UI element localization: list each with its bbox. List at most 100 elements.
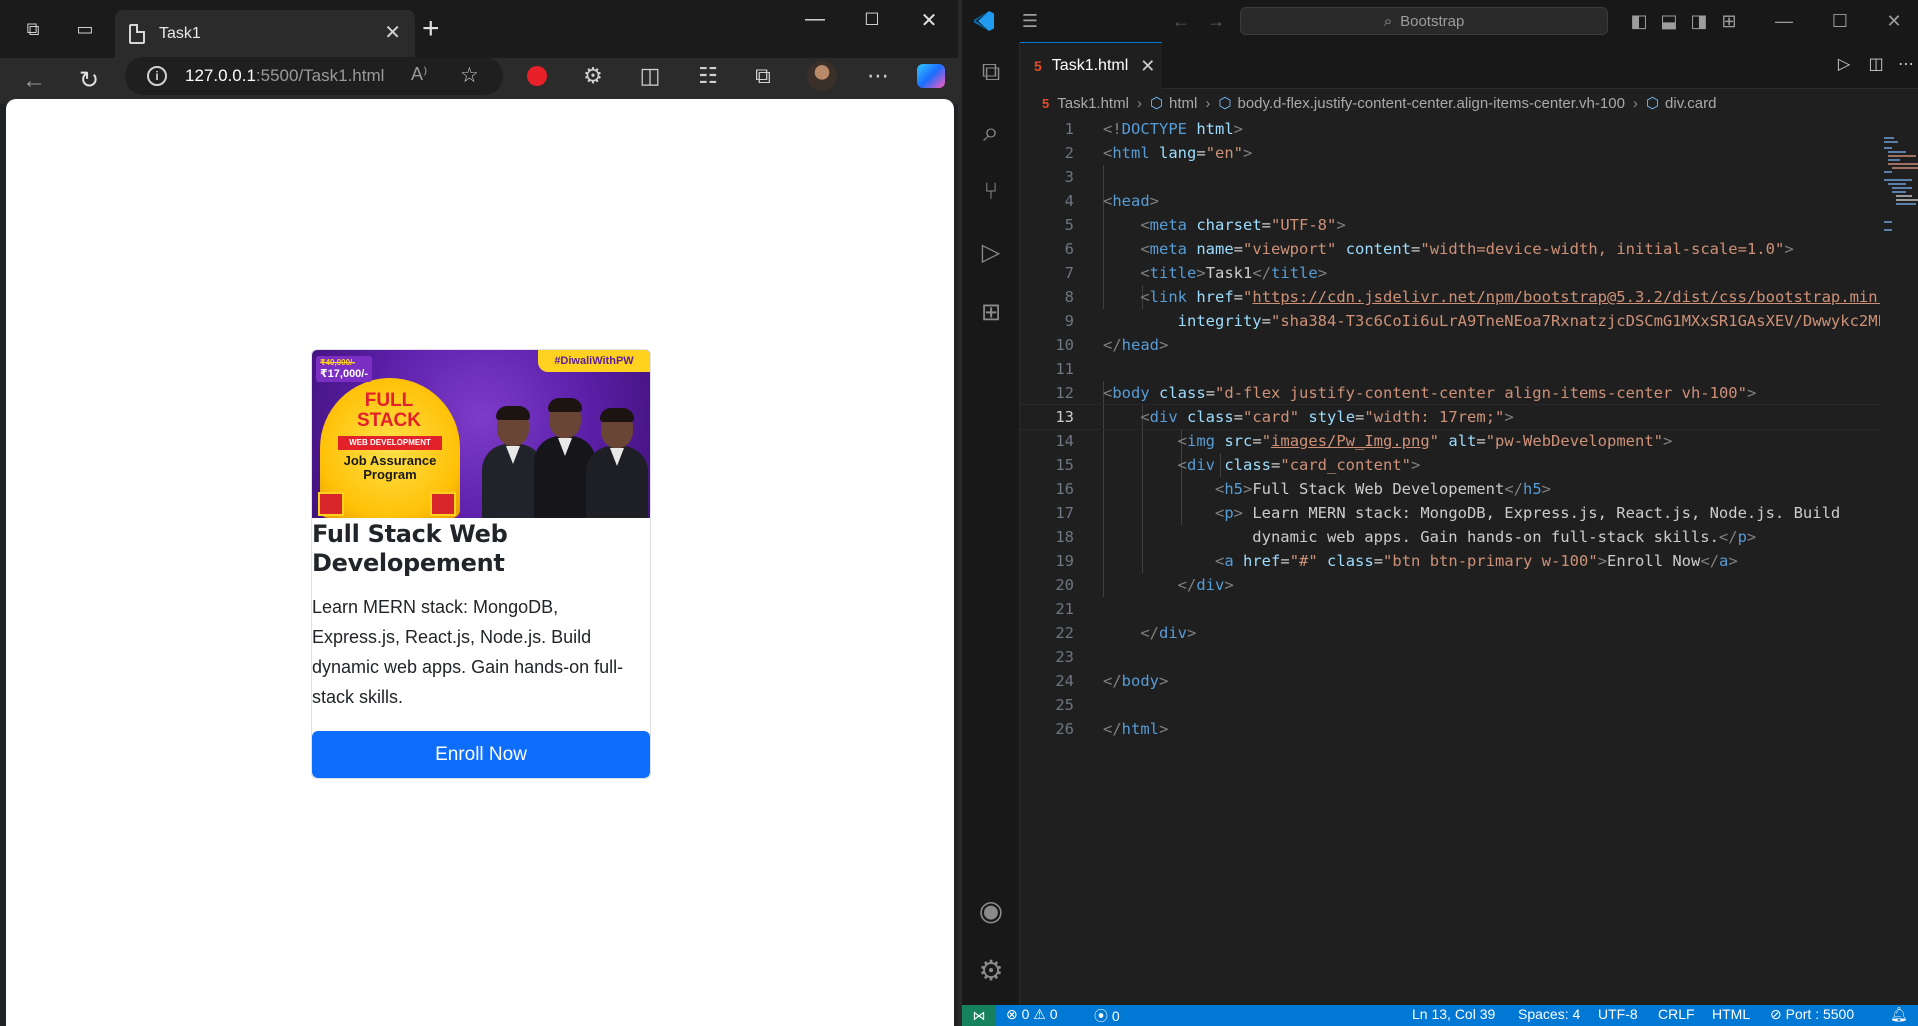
run-debug-icon[interactable]: ▷ — [975, 236, 1007, 268]
indentation-setting[interactable]: Spaces: 4 — [1518, 1006, 1580, 1022]
status-bar: ⋈ ⊗ 0 ⚠ 0 ⦿ 0 Ln 13, Col 39 Spaces: 4 UT… — [962, 1005, 1918, 1026]
encoding-setting[interactable]: UTF-8 — [1598, 1006, 1638, 1022]
editor-tab-task1[interactable]: 5 Task1.html ✕ — [1020, 42, 1162, 89]
address-bar[interactable]: i 127.0.0.1:5500/Task1.html A⁾ ☆ — [125, 57, 503, 95]
element-icon: ⬡ — [1149, 95, 1164, 112]
breadcrumb-div[interactable]: div.card — [1665, 95, 1716, 112]
split-screen-icon[interactable]: ◫ — [635, 62, 665, 90]
extensions-icon[interactable]: ⊞ — [975, 296, 1007, 328]
refresh-icon[interactable]: ↻ — [74, 68, 104, 94]
code-line: 7 <title>Task1</title> — [1064, 264, 1328, 282]
read-aloud-icon[interactable]: A⁾ — [411, 64, 427, 85]
code-line: 12 <body class="d-flex justify-content-ce… — [1055, 384, 1757, 402]
maximize-button[interactable]: ☐ — [1826, 10, 1854, 32]
close-window-button[interactable]: ✕ — [909, 8, 949, 33]
close-icon[interactable]: ✕ — [1140, 56, 1155, 77]
code-line: 14 <img src="images/Pw_Img.png" alt="pw-… — [1055, 432, 1673, 450]
code-line: 26 </html> — [1055, 720, 1169, 738]
browser-tab-task1[interactable]: Task1 ✕ — [115, 10, 415, 58]
ports-indicator[interactable]: ⦿ 0 — [1094, 1006, 1120, 1026]
command-center-search[interactable]: ⌕ Bootstrap — [1240, 7, 1608, 35]
back-arrow-icon[interactable]: ← — [19, 68, 49, 94]
toggle-primary-sidebar-icon[interactable]: ◧ — [1625, 10, 1653, 32]
info-icon[interactable]: i — [147, 66, 167, 86]
remote-indicator-icon[interactable]: ⋈ — [962, 1005, 996, 1026]
code-line: 2 <html lang="en"> — [1064, 144, 1253, 162]
url-text: 127.0.0.1:5500/Task1.html — [185, 66, 385, 85]
code-line: 24 </body> — [1055, 672, 1169, 690]
minimap[interactable] — [1880, 117, 1918, 1005]
favorites-icon[interactable]: ☷ — [693, 62, 723, 90]
customize-layout-icon[interactable]: ⊞ — [1715, 10, 1743, 32]
more-actions-icon[interactable]: ⋯ — [1892, 54, 1918, 74]
profile-avatar[interactable] — [807, 61, 837, 91]
code-line: 6 <meta name="viewport" content="width=d… — [1064, 240, 1794, 258]
language-mode[interactable]: HTML — [1712, 1006, 1750, 1022]
maximize-button[interactable]: ☐ — [852, 10, 892, 30]
code-line: 8 <link href="https://cdn.jsdelivr.net/n… — [1064, 288, 1885, 306]
close-window-button[interactable]: ✕ — [1880, 10, 1908, 32]
code-line: 11 — [1055, 360, 1074, 378]
code-line: 1 <!DOCTYPE html> — [1064, 120, 1244, 138]
minimize-button[interactable]: — — [795, 8, 835, 31]
collections-icon[interactable]: ⧉ — [748, 62, 778, 90]
search-icon[interactable]: ⌕ — [975, 116, 1007, 148]
code-line: 21 — [1055, 600, 1074, 618]
breadcrumb-html[interactable]: html — [1169, 95, 1197, 112]
vscode-title-bar: ☰ ← → ⌕ Bootstrap ◧ ⬓ ◨ ⊞ — ☐ ✕ — [962, 0, 1918, 42]
gift-box-icon — [430, 492, 456, 516]
breadcrumb-body[interactable]: body.d-flex.justify-content-center.align… — [1238, 95, 1625, 112]
code-line: 10 </head> — [1055, 336, 1169, 354]
explorer-icon[interactable]: ⧉ — [975, 56, 1007, 88]
chevron-right-icon: › — [1632, 94, 1638, 112]
code-line: 16 <h5>Full Stack Web Developement</h5> — [1055, 480, 1551, 498]
card-title: Full Stack Web Developement — [312, 520, 508, 577]
element-icon: ⬡ — [1218, 95, 1232, 112]
code-line: 9 integrity="sha384-T3c6CoIi6uLrA9TneNEo… — [1064, 312, 1885, 330]
source-control-icon[interactable]: ⑂ — [975, 176, 1007, 208]
course-banner-image: ₹40,000/- ₹17,000/- #DiwaliWithPW FULL ST… — [312, 350, 650, 518]
browser-window: ⧉ ▭ Task1 ✕ + — ☐ ✕ ← ↻ i 127.0.0.1:5500… — [0, 0, 958, 1026]
gift-box-icon — [318, 492, 344, 516]
toggle-secondary-sidebar-icon[interactable]: ◨ — [1685, 10, 1713, 32]
more-menu-icon[interactable]: ⋯ — [863, 62, 893, 90]
code-line: 20 </div> — [1055, 576, 1234, 594]
accounts-icon[interactable]: ◉ — [975, 894, 1007, 926]
live-server-port[interactable]: ⊘ Port : 5500 — [1770, 1006, 1854, 1023]
split-editor-icon[interactable]: ◫ — [1862, 54, 1890, 74]
element-icon: ⬡ — [1645, 95, 1660, 112]
problems-indicator[interactable]: ⊗ 0 ⚠ 0 — [1006, 1006, 1058, 1023]
code-line: 25 — [1055, 696, 1074, 714]
code-line-current: 13 <div class="card" style="width: 17rem… — [1019, 404, 1891, 430]
close-tab-icon[interactable]: ✕ — [384, 22, 401, 44]
forward-arrow-icon[interactable]: → — [1202, 10, 1230, 32]
new-tab-button[interactable]: + — [422, 14, 440, 44]
cursor-position[interactable]: Ln 13, Col 39 — [1412, 1006, 1495, 1022]
extensions-icon[interactable]: ⚙ — [578, 62, 608, 90]
code-line: 19 <a href="#" class="btn btn-primary w-… — [1055, 552, 1738, 570]
enroll-now-button[interactable]: Enroll Now — [312, 731, 650, 778]
breadcrumb-file[interactable]: Task1.html — [1057, 95, 1129, 112]
run-icon[interactable]: ▷ — [1830, 54, 1858, 74]
menu-icon[interactable]: ☰ — [1016, 10, 1044, 32]
banner-full-stack-text: FULL STACK — [356, 390, 422, 431]
code-line: 22 </div> — [1055, 624, 1197, 642]
toggle-panel-icon[interactable]: ⬓ — [1655, 10, 1683, 32]
vscode-window: ☰ ← → ⌕ Bootstrap ◧ ⬓ ◨ ⊞ — ☐ ✕ ⧉ ⌕ ⑂ ▷ … — [962, 0, 1918, 1026]
code-editor[interactable]: 1 <!DOCTYPE html> 2 <html lang="en"> 3 4 <h… — [1019, 117, 1891, 1005]
settings-gear-icon[interactable]: ⚙ — [975, 954, 1007, 986]
adblock-icon[interactable] — [522, 61, 552, 89]
workspaces-icon[interactable]: ⧉ — [20, 16, 46, 42]
banner-web-dev-text: WEB DEVELOPMENT — [338, 436, 442, 450]
browser-tab-strip: ⧉ ▭ Task1 ✕ + — ☐ ✕ — [0, 0, 958, 58]
minimize-button[interactable]: — — [1770, 10, 1798, 32]
tab-actions-icon[interactable]: ▭ — [72, 16, 98, 42]
card-content: Full Stack Web Developement Learn MERN s… — [312, 520, 650, 778]
copilot-icon[interactable] — [917, 64, 945, 88]
search-text: Bootstrap — [1400, 12, 1465, 30]
back-arrow-icon[interactable]: ← — [1167, 10, 1195, 32]
favorite-star-icon[interactable]: ☆ — [460, 63, 479, 88]
page-icon — [129, 24, 145, 44]
eol-setting[interactable]: CRLF — [1658, 1006, 1695, 1022]
notifications-bell-icon[interactable]: 🔔︎ — [1890, 1006, 1908, 1023]
